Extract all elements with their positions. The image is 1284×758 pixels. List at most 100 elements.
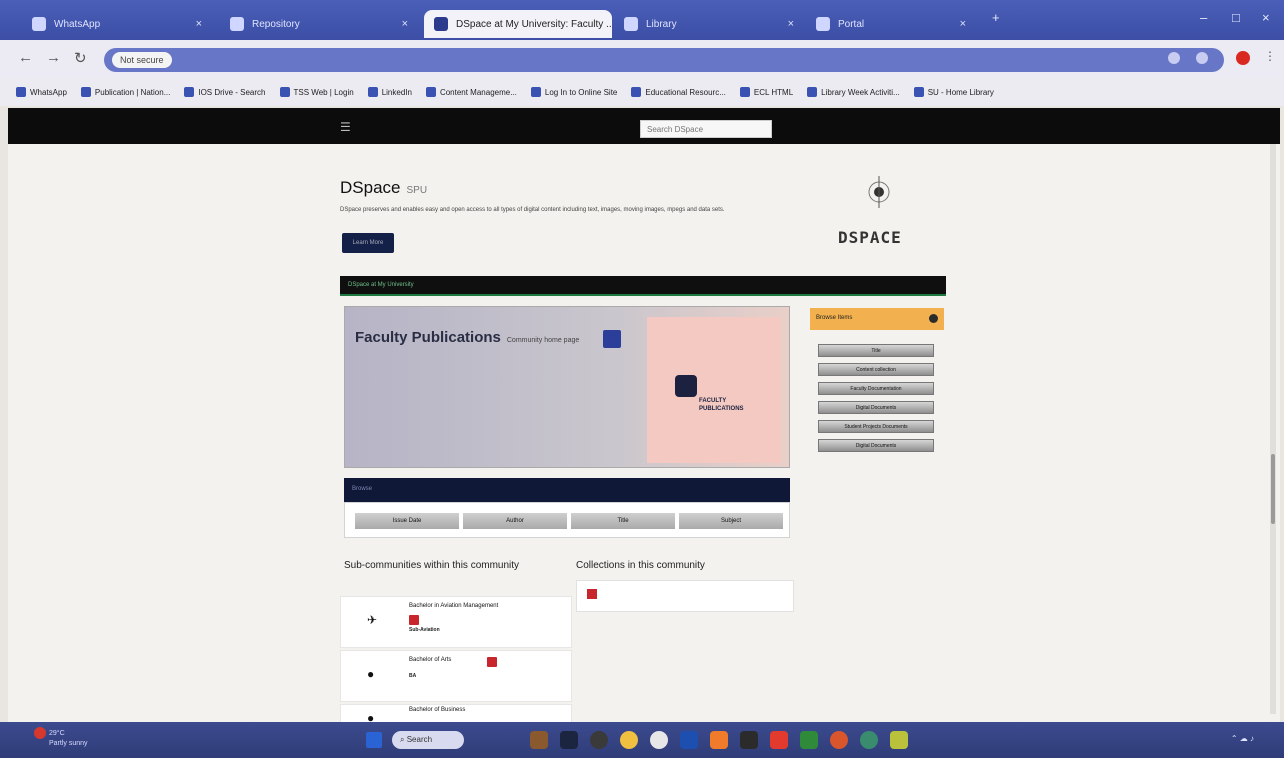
subcommunity-short-name: Sub-Aviation (409, 627, 440, 633)
sidebar-button[interactable]: Student Projects Documents (818, 420, 934, 433)
bookmark-item[interactable]: Library Week Activiti... (807, 87, 900, 97)
repository-description: DSpace preserves and enables easy and op… (340, 207, 725, 213)
taskbar-search[interactable]: ⌕ Search (392, 731, 464, 749)
bookmark-icon (279, 87, 290, 97)
dspace-search-input[interactable] (640, 120, 772, 138)
new-tab-icon[interactable]: + (992, 10, 1000, 25)
taskbar-app-icon[interactable] (710, 731, 728, 749)
reload-icon[interactable]: ↻ (74, 49, 87, 67)
browser-tab-2[interactable]: Repository × (220, 10, 418, 38)
taskbar-app-icon[interactable] (590, 731, 608, 749)
bookmark-item[interactable]: ECL HTML (739, 87, 793, 97)
browser-tab-active[interactable]: DSpace at My University: Faculty ... × (424, 10, 612, 38)
youtube-icon[interactable] (770, 731, 788, 749)
taskbar-app-icon[interactable] (650, 731, 668, 749)
store-icon[interactable] (740, 731, 758, 749)
sidebar-button[interactable]: Faculty Documentation (818, 382, 934, 395)
rss-feed-icon[interactable] (587, 589, 597, 599)
zoom-icon[interactable] (1168, 52, 1180, 64)
close-tab-icon[interactable]: × (960, 18, 966, 30)
sidebar-button[interactable]: Content collection (818, 363, 934, 376)
bookmark-item[interactable]: TSS Web | Login (279, 87, 354, 97)
breadcrumb[interactable]: DSpace at My University (340, 276, 946, 296)
bookmark-item[interactable]: WhatsApp (16, 87, 67, 97)
tab-favicon-icon (32, 17, 46, 31)
forward-arrow-icon[interactable]: → (46, 49, 61, 66)
tab-favicon-icon (624, 17, 638, 31)
dspace-logo-icon (868, 176, 890, 208)
os-taskbar: 29°C Partly sunny ⌕ Search ⌃ ☁ ♪ (0, 722, 1284, 758)
close-tab-icon[interactable]: × (196, 18, 202, 30)
browser-tab-4[interactable]: Library × (614, 10, 804, 38)
sidebar-button[interactable]: Title (818, 344, 934, 357)
bookmark-star-icon[interactable] (1196, 52, 1208, 64)
dspace-page: ☰ DSpace SPU DSpace preserves and enables… (8, 108, 1280, 722)
browser-tab-5[interactable]: Portal × (806, 10, 976, 38)
weather-widget[interactable]: 29°C Partly sunny (34, 727, 88, 748)
community-title: Faculty Publications Community home page (355, 329, 580, 346)
taskbar-app-icon[interactable] (860, 731, 878, 749)
maximize-icon[interactable]: □ (1232, 10, 1240, 25)
scrollbar-thumb[interactable] (1271, 454, 1275, 524)
subcommunities-heading: Sub-communities within this community (344, 560, 520, 571)
learn-more-button[interactable]: Learn More (342, 233, 394, 253)
profile-avatar-icon[interactable] (1236, 51, 1250, 65)
browser-tab-1[interactable]: WhatsApp × (22, 10, 212, 38)
faculty-publications-logo-icon (675, 375, 697, 397)
not-secure-badge[interactable]: Not secure (112, 52, 172, 68)
edge-icon[interactable] (680, 731, 698, 749)
system-tray-icons[interactable]: ⌃ ☁ ♪ (1231, 734, 1254, 743)
list-item[interactable]: ✈ Bachelor in Aviation Management Sub-Av… (340, 596, 572, 648)
taskbar-app-icon[interactable] (530, 731, 548, 749)
page-scrollbar[interactable] (1270, 144, 1276, 714)
close-tab-icon[interactable]: × (402, 18, 408, 30)
collections-list (576, 580, 794, 612)
back-arrow-icon[interactable]: ← (18, 49, 33, 66)
list-item[interactable]: ● Bachelor of Business (340, 704, 572, 722)
plane-icon: ✈ (367, 613, 378, 627)
list-item[interactable]: ● Bachelor of Arts BA (340, 650, 572, 702)
browse-author-button[interactable]: Author (463, 513, 567, 529)
tab-favicon-icon (816, 17, 830, 31)
taskbar-app-icon[interactable] (830, 731, 848, 749)
chrome-icon[interactable] (620, 731, 638, 749)
bookmark-item[interactable]: Content Manageme... (425, 87, 517, 97)
bookmark-item[interactable]: Log In to Online Site (530, 87, 617, 97)
bookmark-item[interactable]: SU - Home Library (913, 87, 994, 97)
subcommunity-short-name: BA (409, 673, 417, 679)
weather-icon (34, 727, 46, 739)
excel-icon[interactable] (800, 731, 818, 749)
bookmark-icon (807, 87, 818, 97)
person-icon: ● (367, 711, 375, 722)
browse-title-button[interactable]: Title (571, 513, 675, 529)
rss-feed-icon[interactable] (409, 615, 419, 625)
menu-icon[interactable]: ☰ (340, 120, 351, 134)
bookmark-icon (16, 87, 26, 97)
rss-feed-icon[interactable] (487, 657, 497, 667)
bookmark-item[interactable]: IOS Drive - Search (184, 87, 266, 97)
taskbar-app-icon[interactable] (560, 731, 578, 749)
sidebar-info-icon[interactable] (929, 314, 938, 323)
close-window-icon[interactable]: × (1262, 10, 1270, 25)
minimize-icon[interactable]: – (1200, 10, 1207, 25)
browse-issue-date-button[interactable]: Issue Date (355, 513, 459, 529)
windows-start-icon[interactable] (366, 732, 382, 748)
sidebar-button[interactable]: Digital Documents (818, 401, 934, 414)
browse-subject-button[interactable]: Subject (679, 513, 783, 529)
address-bar[interactable]: Not secure (104, 48, 1224, 72)
browse-panel: Issue Date Author Title Subject (344, 502, 790, 538)
rss-feed-icon[interactable] (603, 330, 621, 348)
screen: WhatsApp × Repository × DSpace at My Uni… (0, 0, 1284, 758)
bookmark-item[interactable]: Publication | Nation... (80, 87, 170, 97)
subcommunity-name[interactable]: Bachelor in Aviation Management (409, 603, 498, 609)
taskbar-app-icon[interactable] (890, 731, 908, 749)
subcommunity-name[interactable]: Bachelor of Arts (409, 657, 451, 663)
close-tab-icon[interactable]: × (788, 18, 794, 30)
tab-title: Repository (252, 18, 300, 30)
browser-menu-icon[interactable]: ⋮ (1264, 49, 1276, 63)
sidebar-button[interactable]: Digital Documents (818, 439, 934, 452)
bookmark-item[interactable]: Educational Resourc... (631, 87, 726, 97)
bookmark-icon (913, 87, 924, 97)
subcommunity-name[interactable]: Bachelor of Business (409, 707, 465, 713)
bookmark-item[interactable]: LinkedIn (367, 87, 412, 97)
